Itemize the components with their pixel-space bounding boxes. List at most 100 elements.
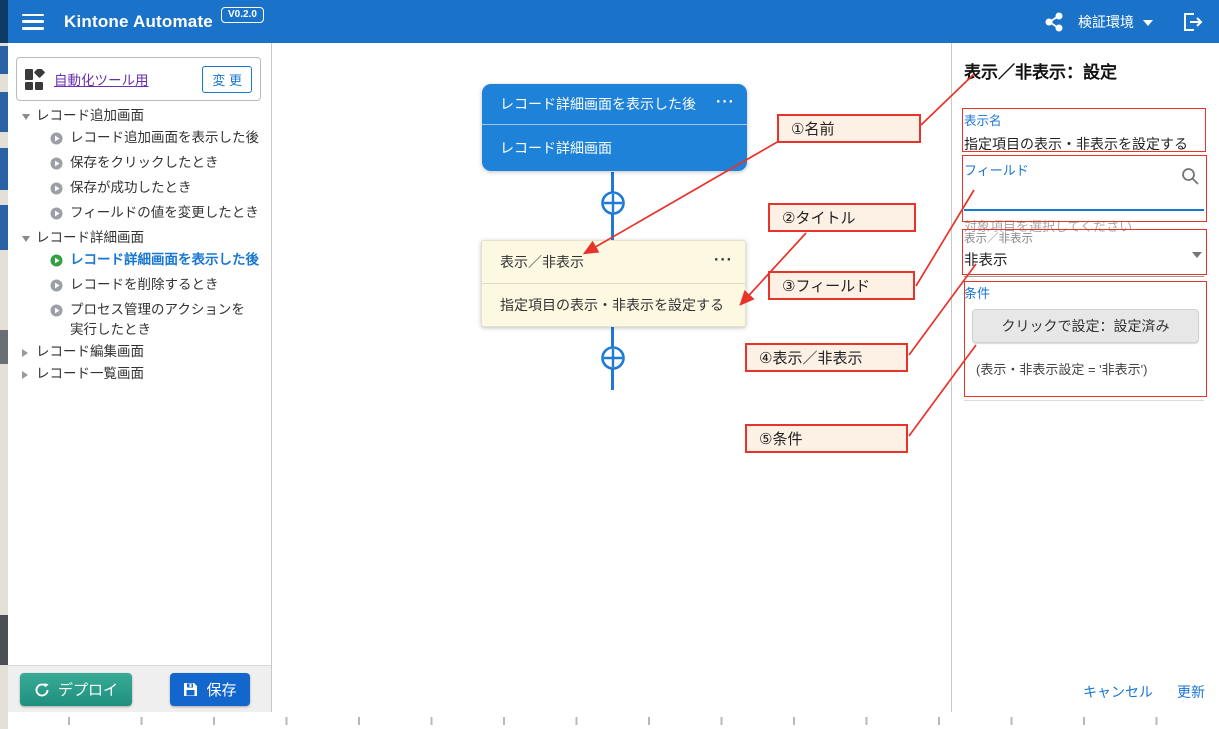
node-title: 表示／非表示 [500,252,584,272]
annotation-label: ③フィールド [782,275,870,296]
annotation-label: ⑤条件 [759,428,802,449]
tree-label: 保存をクリックしたとき [70,153,268,173]
tree-group-record-list[interactable]: レコード一覧画面 [8,363,272,385]
node-body: レコード詳細画面 [482,125,747,171]
tree-group-record-edit[interactable]: レコード編集画面 [8,341,272,363]
environment-label: 検証環境 [1078,12,1134,32]
edge-segment [0,46,8,74]
visibility-value: 非表示 [964,249,1204,277]
event-icon-active [50,253,63,273]
change-app-button[interactable]: 変 更 [202,66,252,93]
tree-item[interactable]: レコード追加画面を表示した後 [8,127,272,152]
caret-down-icon [1143,20,1153,26]
annotation-box-title: ②タイトル [768,203,916,232]
tree-label: レコード追加画面を表示した後 [70,128,268,148]
event-tree: レコード追加画面 レコード追加画面を表示した後 保存をクリックしたとき 保存が成… [8,105,272,385]
hamburger-icon[interactable] [22,14,44,30]
node-menu-icon[interactable]: ··· [716,94,735,112]
event-icon [50,181,63,201]
sidebar: 自動化ツール用 変 更 レコード追加画面 レコード追加画面を表示した後 保存をク… [8,43,272,712]
edge-segment [0,330,8,364]
version-badge: V0.2.0 [221,7,264,23]
panel-title: 表示／非表示：設定 [964,58,1117,83]
event-icon [50,131,63,151]
search-icon [1180,166,1200,191]
tree-item[interactable]: 保存が成功したとき [8,177,272,202]
app-icon [25,69,46,90]
app-selector: 自動化ツール用 変 更 [16,57,261,101]
node-menu-icon[interactable]: ··· [714,252,733,270]
annotation-label: ②タイトル [782,207,855,228]
tree-item[interactable]: フィールドの値を変更したとき [8,202,272,227]
node-title: レコード詳細画面を表示した後 [500,94,696,114]
app-name-link[interactable]: 自動化ツール用 [54,69,149,89]
add-node-icon[interactable] [600,190,626,216]
field-search-input[interactable] [964,179,1204,211]
display-name-label: 表示名 [964,110,1208,129]
annotation-box-name: ①名前 [777,114,921,143]
tree-group-record-add[interactable]: レコード追加画面 [8,105,272,127]
tree-label: レコードを削除するとき [70,275,268,295]
share-icon[interactable] [1044,11,1064,33]
logout-icon[interactable] [1181,11,1203,33]
deploy-button-label: デプロイ [58,679,118,700]
condition-group: 条件 クリックで設定：設定済み (表示・非表示設定 = '非表示') [964,283,1204,401]
event-icon [50,206,63,226]
edge-segment [0,615,8,665]
tree-item-selected[interactable]: レコード詳細画面を表示した後 [8,249,272,274]
floppy-icon [183,682,198,697]
event-icon [50,278,63,298]
kintone-automate-window: Kintone Automate V0.2.0 検証環境 自動化ツール用 変 更… [0,0,1219,729]
cancel-button[interactable]: キャンセル [1083,682,1153,702]
tree-label: フィールドの値を変更したとき [70,203,268,223]
tree-label: 保存が成功したとき [70,178,268,198]
visibility-label: 表示／非表示 [964,230,1204,246]
edge-segment [0,205,8,250]
visibility-select[interactable]: 表示／非表示 非表示 [964,230,1204,277]
divider [964,400,1204,401]
chevron-collapsed-icon [22,349,28,357]
flow-node-action[interactable]: 表示／非表示 ··· 指定項目の表示・非表示を設定する [481,240,746,327]
node-header: 表示／非表示 ··· [482,241,745,284]
sync-icon [34,682,50,698]
panel-footer: キャンセル 更新 [1083,682,1205,702]
background-ruler-ticks [8,717,1219,725]
tree-item[interactable]: プロセス管理のアクションを実行したとき [8,299,272,341]
annotation-label: ④表示／非表示 [759,347,862,368]
display-name-field: 表示名 指定項目の表示・非表示を設定する [964,110,1208,154]
settings-panel: 表示／非表示：設定 表示名 指定項目の表示・非表示を設定する フィールド 対象項… [951,43,1219,712]
annotation-box-condition: ⑤条件 [745,424,908,453]
chevron-collapsed-icon [22,371,28,379]
edge-segment [0,0,8,43]
display-name-value[interactable]: 指定項目の表示・非表示を設定する [964,134,1208,154]
add-node-icon[interactable] [600,345,626,371]
flow-node-trigger[interactable]: レコード詳細画面を表示した後 ··· レコード詳細画面 [482,84,747,171]
tree-group-record-detail[interactable]: レコード詳細画面 [8,227,272,249]
condition-set-button[interactable]: クリックで設定：設定済み [972,309,1199,343]
node-header: レコード詳細画面を表示した後 ··· [482,84,747,125]
tree-label: レコード詳細画面 [36,228,268,248]
environment-dropdown[interactable]: 検証環境 [1078,12,1153,32]
update-button[interactable]: 更新 [1177,682,1205,702]
annotation-box-field: ③フィールド [768,271,915,300]
save-button[interactable]: 保存 [170,673,250,706]
deploy-button[interactable]: デプロイ [20,673,132,706]
caret-down-icon [1192,252,1202,258]
condition-label: 条件 [964,283,1204,302]
node-body: 指定項目の表示・非表示を設定する [482,284,745,326]
chevron-expanded-icon [22,114,30,120]
tree-label: レコード追加画面 [36,106,268,126]
event-icon [50,303,63,323]
save-button-label: 保存 [206,679,236,700]
background-window-edge [0,0,8,729]
tree-item[interactable]: レコードを削除するとき [8,274,272,299]
condition-summary: (表示・非表示設定 = '非表示') [976,359,1204,378]
sidebar-footer: デプロイ 保存 [8,665,271,712]
edge-segment [0,148,8,190]
field-label: フィールド [964,160,1204,179]
top-app-bar: Kintone Automate V0.2.0 検証環境 [8,0,1219,43]
tree-label: レコード編集画面 [36,342,268,362]
node-subtitle: レコード詳細画面 [500,138,612,158]
annotation-label: ①名前 [791,118,834,139]
tree-item[interactable]: 保存をクリックしたとき [8,152,272,177]
